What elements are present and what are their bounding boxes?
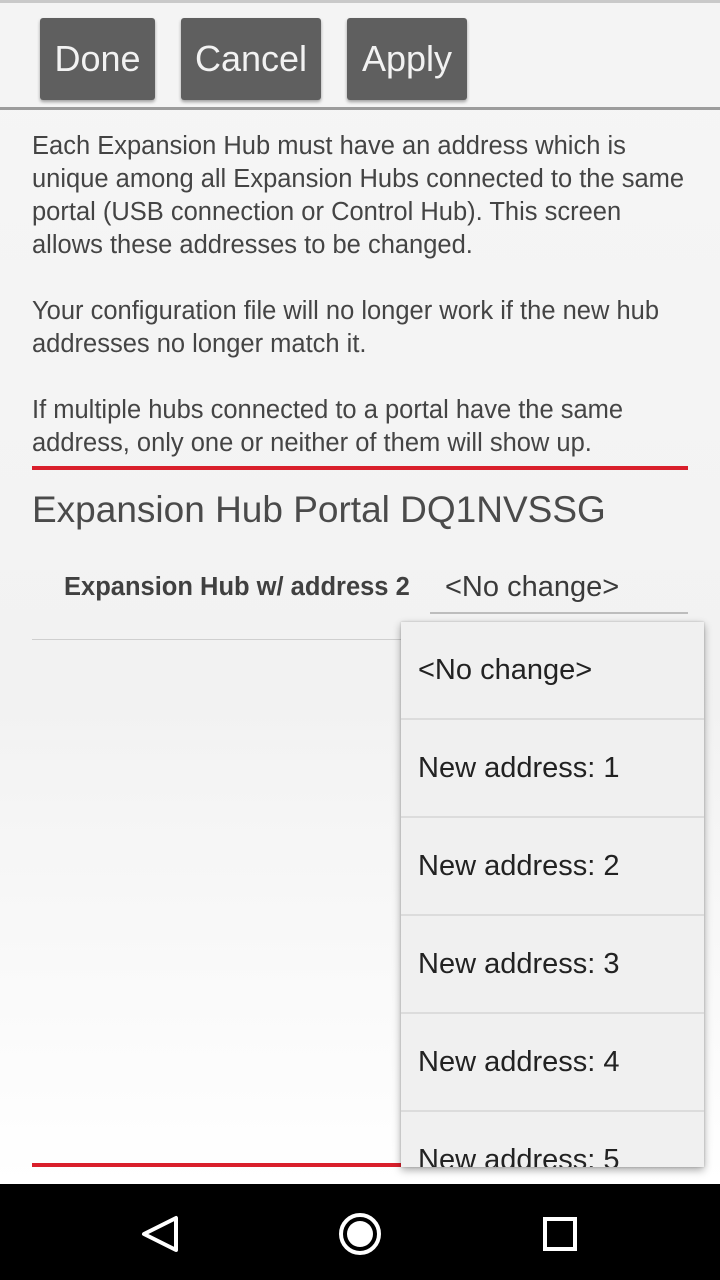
info-paragraph-2: Your configuration file will no longer w… [32, 297, 660, 358]
info-paragraph-1: Each Expansion Hub must have an address … [32, 132, 685, 259]
back-icon[interactable] [130, 1204, 190, 1264]
navigation-bar [0, 1184, 720, 1280]
cancel-button[interactable]: Cancel [181, 18, 321, 100]
dropdown-option-address-4[interactable]: New address: 4 [401, 1014, 704, 1112]
home-icon[interactable] [330, 1204, 390, 1264]
done-button[interactable]: Done [40, 18, 155, 100]
dropdown-option-address-3[interactable]: New address: 3 [401, 916, 704, 1014]
hub-label: Expansion Hub w/ address 2 [64, 573, 410, 601]
dropdown-option-address-1[interactable]: New address: 1 [401, 720, 704, 818]
dropdown-option-address-2[interactable]: New address: 2 [401, 818, 704, 916]
info-paragraph-3: If multiple hubs connected to a portal h… [32, 396, 624, 457]
row-divider [32, 639, 402, 640]
option-label: New address: 4 [418, 1046, 620, 1078]
toolbar: Done Cancel Apply [0, 0, 720, 110]
portal-title: Expansion Hub Portal DQ1NVSSG [32, 489, 606, 530]
spinner-selected-value: <No change> [445, 571, 620, 603]
option-label: New address: 1 [418, 752, 620, 784]
address-spinner[interactable]: <No change> [430, 562, 688, 614]
option-label: New address: 5 [418, 1144, 620, 1167]
dropdown-option-no-change[interactable]: <No change> [401, 622, 704, 720]
apply-button[interactable]: Apply [347, 18, 467, 100]
screen: Done Cancel Apply Each Expansion Hub mus… [0, 0, 720, 1280]
bottom-divider [32, 1163, 404, 1167]
option-label: New address: 2 [418, 850, 620, 882]
section-divider [32, 466, 688, 470]
option-label: New address: 3 [418, 948, 620, 980]
option-label: <No change> [418, 654, 593, 686]
address-dropdown-menu: <No change> New address: 1 New address: … [401, 622, 704, 1167]
dropdown-option-address-5[interactable]: New address: 5 [401, 1112, 704, 1167]
recent-apps-icon[interactable] [530, 1204, 590, 1264]
